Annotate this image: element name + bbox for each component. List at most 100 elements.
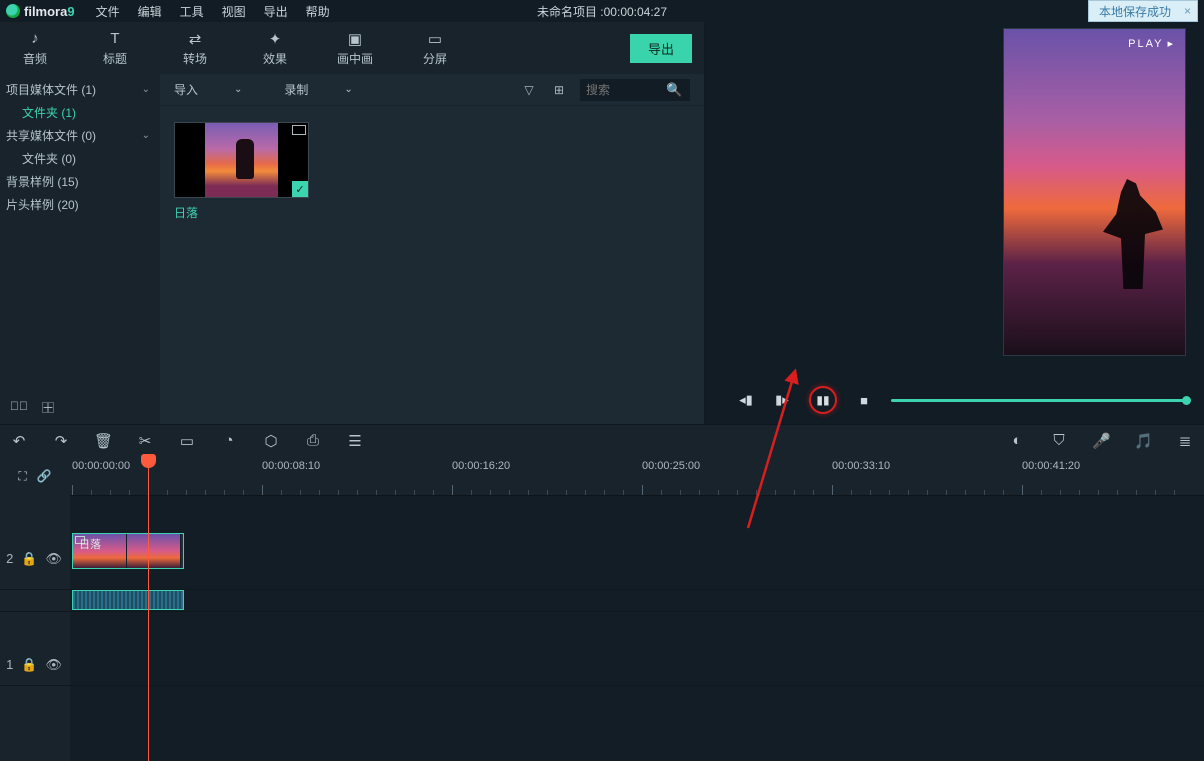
- music-icon[interactable]: 🎵: [1134, 432, 1152, 450]
- video-track-2-head: 1 🔒 👁: [0, 644, 70, 685]
- timeline-toolbar: ↶ ↷ 🗑 ✂ ▭ ◔ ⬡ ⎙ ☰ ◐ ⛉ 🎤 🎵 ≣: [0, 424, 1204, 456]
- folder-add-icon[interactable]: ＋⃞: [42, 399, 54, 416]
- color-button[interactable]: ⬡: [262, 432, 280, 450]
- tab-titles[interactable]: T标题: [90, 30, 140, 67]
- search-input[interactable]: [586, 83, 666, 97]
- track-number: 1: [6, 657, 13, 672]
- logo-text: filmora9: [24, 4, 75, 19]
- titlebar: filmora9 文件 编辑 工具 视图 导出 帮助 未命名项目 :00:00:…: [0, 0, 1204, 22]
- ruler-label: 00:00:33:10: [832, 460, 890, 472]
- next-frame-button[interactable]: ▮▸: [773, 391, 791, 409]
- time-ruler[interactable]: 00:00:00:0000:00:08:1000:00:16:2000:00:2…: [70, 456, 1204, 496]
- delete-button[interactable]: 🗑: [94, 432, 112, 450]
- track-number: 2: [6, 551, 13, 566]
- menu-edit[interactable]: 编辑: [129, 3, 171, 20]
- ruler-label: 00:00:08:10: [262, 460, 320, 472]
- split-icon: ▭: [428, 30, 442, 48]
- stop-button[interactable]: ■: [855, 391, 873, 409]
- menu-view[interactable]: 视图: [213, 3, 255, 20]
- import-dropdown[interactable]: 导入⌄: [174, 81, 242, 98]
- mic-icon[interactable]: 🎤: [1092, 432, 1110, 450]
- sidebar-item-folder-0[interactable]: 文件夹 (0): [0, 147, 160, 170]
- filter-icon[interactable]: ▽: [520, 83, 538, 97]
- playhead-icon[interactable]: [141, 454, 156, 468]
- cut-button[interactable]: ✂: [136, 432, 154, 450]
- prev-frame-button[interactable]: ◂▮: [737, 391, 755, 409]
- menu-help[interactable]: 帮助: [297, 3, 339, 20]
- preview-panel: PLAY ◂▮ ▮▸ ▮▮ ■: [705, 22, 1204, 424]
- app-logo: filmora9: [6, 4, 75, 19]
- preview-scrubber[interactable]: [891, 399, 1186, 402]
- sidebar-item-project-media[interactable]: 项目媒体文件 (1)⌄: [0, 78, 160, 101]
- menu-file[interactable]: 文件: [87, 3, 129, 20]
- fit-icon[interactable]: ⛶: [18, 469, 26, 484]
- timeline-clip-audio[interactable]: [72, 590, 184, 610]
- clip-audio-track: [0, 590, 1204, 612]
- chevron-down-icon: ⌄: [234, 84, 242, 95]
- save-toast: 本地保存成功 ×: [1088, 0, 1198, 22]
- search-icon[interactable]: 🔍: [666, 82, 682, 98]
- chevron-down-icon: ⌄: [142, 130, 150, 141]
- sidebar-item-bg-samples[interactable]: 背景样例 (15): [0, 170, 160, 193]
- mixer-icon[interactable]: ≣: [1176, 432, 1194, 450]
- category-tabs: ♪音频 T标题 ⇄转场 ✦效果 ▣画中画 ▭分屏 导出: [0, 22, 704, 74]
- sidebar-item-shared-media[interactable]: 共享媒体文件 (0)⌄: [0, 124, 160, 147]
- text-icon: T: [110, 30, 119, 48]
- folder-delete-icon[interactable]: ✖⃞: [10, 399, 28, 416]
- tab-transition[interactable]: ⇄转场: [170, 30, 220, 67]
- marker-icon[interactable]: ⛉: [1050, 432, 1068, 449]
- preview-controls: ◂▮ ▮▸ ▮▮ ■: [733, 376, 1186, 424]
- settings-button[interactable]: ☰: [346, 432, 364, 450]
- toast-text: 本地保存成功: [1099, 3, 1171, 20]
- pip-icon: ▣: [348, 30, 362, 48]
- timeline: ⛶ 🔗 00:00:00:0000:00:08:1000:00:16:2000:…: [0, 456, 1204, 761]
- video-track-head: 2 🔒 👁: [0, 528, 70, 589]
- redo-button[interactable]: ↷: [52, 432, 70, 450]
- video-track-2: 1 🔒 👁: [0, 644, 1204, 686]
- sidebar-item-folder-1[interactable]: 文件夹 (1): [0, 101, 160, 124]
- pause-button[interactable]: ▮▮: [809, 386, 837, 414]
- ruler-label: 00:00:16:20: [452, 460, 510, 472]
- preview-video[interactable]: PLAY: [1003, 28, 1186, 356]
- transition-icon: ⇄: [189, 30, 202, 48]
- undo-button[interactable]: ↶: [10, 432, 28, 450]
- ruler-label: 00:00:25:00: [642, 460, 700, 472]
- sparkle-icon: ✦: [269, 30, 282, 48]
- media-clip-sunset[interactable]: ✓ 日落: [174, 122, 309, 221]
- grid-view-icon[interactable]: ⊞: [550, 83, 568, 97]
- playhead-line[interactable]: [148, 456, 149, 761]
- crop-button[interactable]: ▭: [178, 432, 196, 450]
- eye-icon[interactable]: 👁: [45, 551, 62, 567]
- scrubber-knob[interactable]: [1182, 396, 1191, 405]
- menu-export[interactable]: 导出: [255, 3, 297, 20]
- render-icon[interactable]: ◐: [1008, 432, 1026, 449]
- tab-pip[interactable]: ▣画中画: [330, 30, 380, 67]
- export-button[interactable]: 导出: [630, 34, 692, 63]
- green-button[interactable]: ⎙: [304, 432, 322, 449]
- music-note-icon: ♪: [31, 30, 39, 48]
- preview-play-overlay: PLAY: [1128, 37, 1175, 50]
- tab-split[interactable]: ▭分屏: [410, 30, 460, 67]
- search-box[interactable]: 🔍: [580, 79, 690, 101]
- speed-button[interactable]: ◔: [220, 432, 238, 449]
- menu-tools[interactable]: 工具: [171, 3, 213, 20]
- eye-icon[interactable]: 👁: [45, 657, 62, 673]
- tab-effects[interactable]: ✦效果: [250, 30, 300, 67]
- clip-block-label: 日落: [79, 536, 101, 552]
- timeline-clip-sunset[interactable]: 日落: [72, 533, 184, 569]
- lock-icon[interactable]: 🔒: [21, 657, 37, 673]
- chevron-down-icon: ⌄: [344, 84, 352, 95]
- clip-label: 日落: [174, 198, 309, 221]
- logo-icon: [6, 4, 20, 18]
- clip-thumbnail[interactable]: ✓: [174, 122, 309, 198]
- toast-close-icon[interactable]: ×: [1184, 4, 1191, 18]
- lock-icon[interactable]: 🔒: [21, 551, 37, 567]
- film-icon: [292, 125, 306, 135]
- preview-silhouette: [1103, 179, 1163, 289]
- tab-audio[interactable]: ♪音频: [10, 30, 60, 67]
- sidebar-item-intro-samples[interactable]: 片头样例 (20): [0, 193, 160, 216]
- ruler-head: ⛶ 🔗: [0, 456, 70, 496]
- link-icon[interactable]: 🔗: [37, 469, 52, 483]
- check-icon: ✓: [292, 181, 308, 197]
- record-dropdown[interactable]: 录制⌄: [284, 81, 352, 98]
